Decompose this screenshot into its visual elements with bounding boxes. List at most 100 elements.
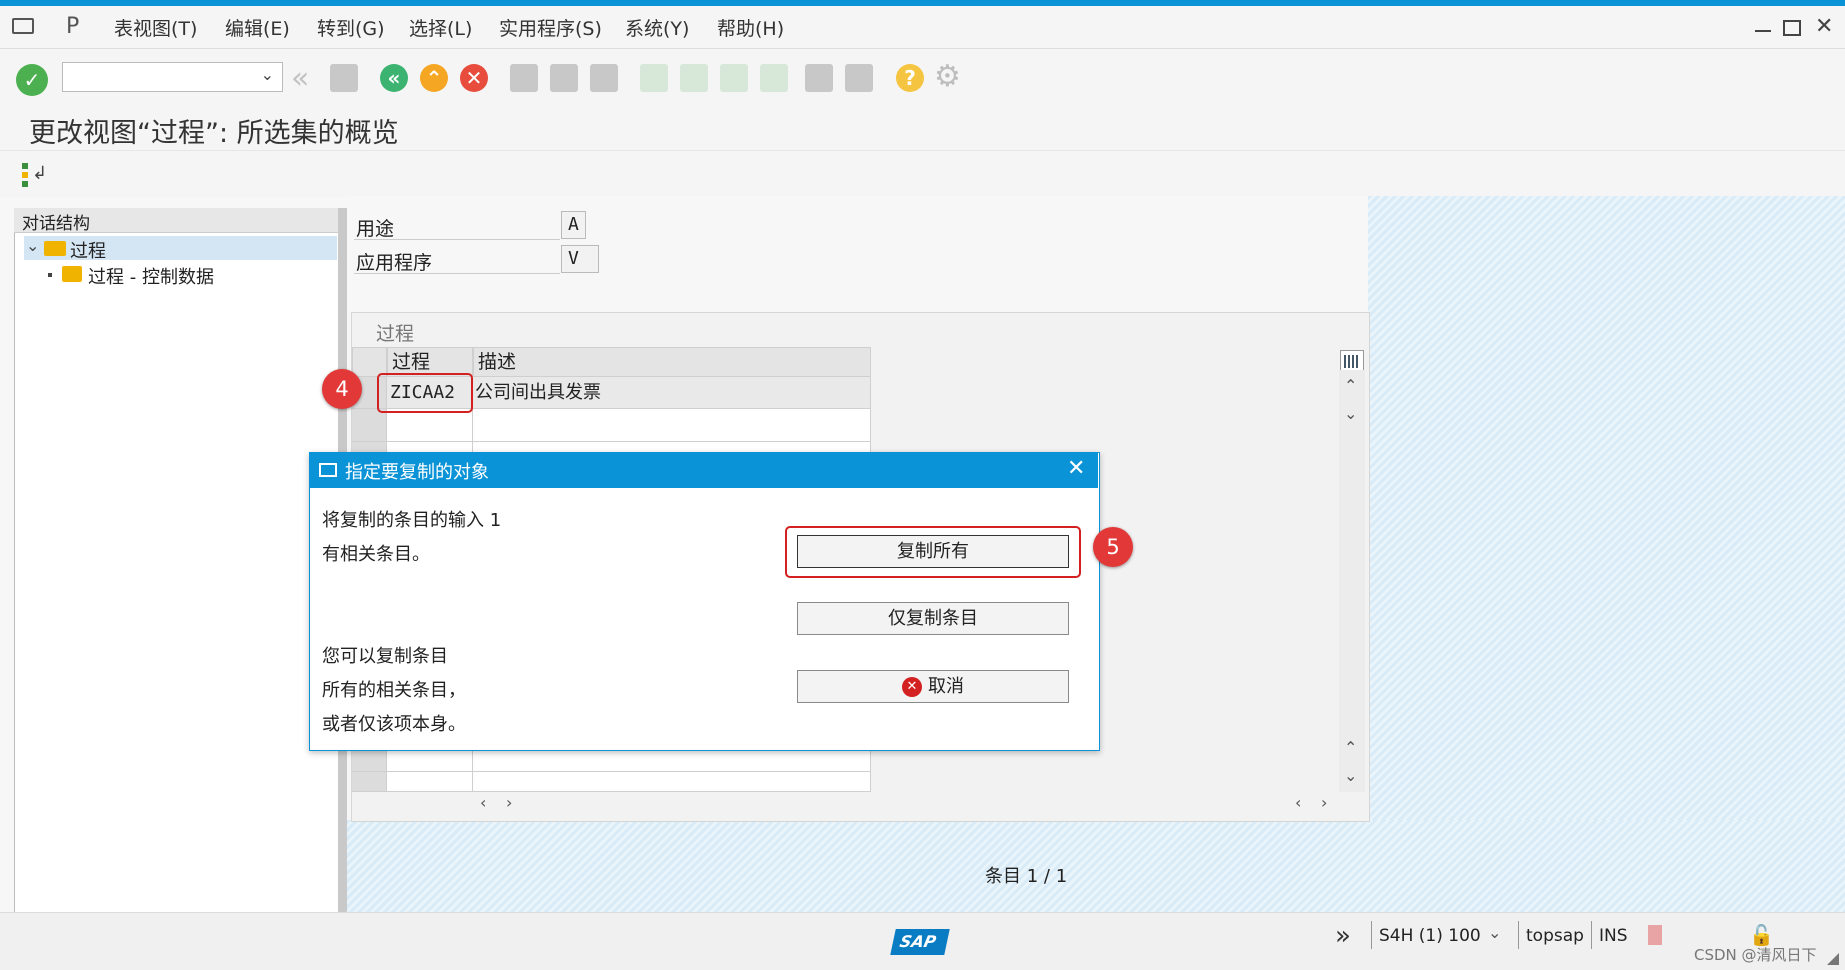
- settings-icon: ⚙: [934, 59, 961, 94]
- tree-item-process-control-data[interactable]: 过程 - 控制数据: [24, 262, 337, 288]
- exit-icon[interactable]: ⌃: [420, 64, 448, 92]
- chevron-down-icon[interactable]: ⌄: [261, 65, 274, 84]
- usage-label: 用途: [356, 218, 395, 240]
- expand-status-icon[interactable]: »: [1335, 921, 1351, 951]
- application-row: 应用程序: [354, 245, 560, 274]
- system-info: S4H (1) 100: [1379, 926, 1481, 946]
- usage-field: A: [561, 211, 586, 239]
- menu-edit[interactable]: 编辑(E): [225, 14, 290, 41]
- empty-cell[interactable]: [473, 409, 871, 442]
- vertical-scrollbar[interactable]: [1339, 370, 1365, 792]
- highlight-copy-all: [785, 526, 1081, 578]
- dialog-text-line-5: 或者仅该项本身。: [322, 714, 466, 735]
- callout-step-4: 4: [322, 369, 362, 409]
- application-toolbar: ↲: [0, 150, 1845, 197]
- sap-logo-text: SAP: [898, 932, 938, 951]
- close-icon[interactable]: ✕: [1067, 456, 1085, 481]
- find-next-icon: [590, 64, 618, 92]
- shortcut-icon: [845, 64, 873, 92]
- cancel-icon: ✕: [902, 677, 922, 697]
- folder-open-icon: [44, 241, 66, 256]
- bullet-icon: [48, 273, 52, 277]
- scroll-up-icon[interactable]: ⌃: [1344, 376, 1357, 395]
- scroll-right-icon[interactable]: ›: [1321, 793, 1327, 812]
- close-window-icon[interactable]: ✕: [1815, 14, 1833, 39]
- expand-collapse-icon[interactable]: ↲: [22, 163, 47, 187]
- resize-grip-icon[interactable]: [1827, 953, 1839, 965]
- dialog-structure-title: 对话结构: [22, 214, 90, 234]
- application-label: 应用程序: [356, 252, 433, 274]
- page-title: 更改视图“过程”: 所选集的概览: [29, 118, 399, 149]
- tree-item-label: 过程 - 控制数据: [88, 267, 214, 288]
- watermark: CSDN @清风日下: [1694, 946, 1817, 964]
- table-title: 过程: [376, 323, 415, 345]
- next-page-icon: [720, 64, 748, 92]
- scroll-page-up-icon[interactable]: ⌃: [1344, 738, 1357, 757]
- command-field[interactable]: ⌄: [62, 62, 283, 92]
- dialog-icon: [319, 463, 337, 477]
- entry-count: 1 / 1: [1026, 866, 1068, 887]
- scroll-left-icon[interactable]: ‹: [1295, 793, 1301, 812]
- empty-cell[interactable]: [387, 409, 473, 442]
- tree-item-process[interactable]: ⌄ 过程: [24, 236, 337, 262]
- help-icon: ?: [896, 64, 924, 92]
- monitor-icon: [1648, 925, 1662, 945]
- dialog-structure-header: 对话结构: [14, 208, 338, 234]
- status-bar: SAP » S4H (1) 100 ⌄ topsap INS 🔓 CSDN @清…: [0, 912, 1845, 970]
- dialog-title: 指定要复制的对象: [345, 462, 489, 483]
- cancel-button[interactable]: ✕ 取消: [797, 670, 1069, 703]
- application-field: V: [561, 245, 599, 273]
- save-icon: [330, 64, 358, 92]
- tree-item-label: 过程: [70, 241, 106, 262]
- dialog-text-line-4: 所有的相关条目，: [322, 680, 466, 701]
- dialog-header: 指定要复制的对象 ✕: [310, 453, 1098, 488]
- chevron-down-icon[interactable]: ⌄: [1488, 923, 1501, 942]
- cell-description[interactable]: 公司间出具发票: [473, 377, 871, 409]
- server-name: topsap: [1526, 926, 1584, 946]
- divider: [1371, 921, 1372, 949]
- scroll-left-icon[interactable]: ‹: [480, 793, 486, 812]
- usage-row: 用途: [354, 211, 560, 240]
- entry-label: 条目: [985, 866, 1021, 887]
- scroll-page-down-icon[interactable]: ⌄: [1344, 766, 1357, 785]
- dialog-structure-pane: [14, 208, 340, 914]
- row-selector[interactable]: [352, 409, 387, 442]
- column-header-description[interactable]: 描述: [473, 347, 871, 377]
- dialog-text-line-1: 将复制的条目的输入 1: [322, 510, 502, 531]
- maximize-icon[interactable]: [1783, 20, 1801, 36]
- menu-bar: P 表视图(T) 编辑(E) 转到(G) 选择(L) 实用程序(S) 系统(Y)…: [0, 6, 1845, 49]
- menu-help[interactable]: 帮助(H): [717, 14, 784, 41]
- scroll-down-icon[interactable]: ⌄: [1344, 404, 1357, 423]
- scroll-right-icon[interactable]: ›: [506, 793, 512, 812]
- background-pattern: [347, 820, 1845, 912]
- callout-step-5: 5: [1093, 527, 1133, 567]
- divider: [1591, 921, 1592, 949]
- entry-counter: 条目 1 / 1: [985, 862, 1067, 888]
- folder-icon: [62, 266, 82, 282]
- cancel-button-label: 取消: [928, 676, 964, 697]
- last-page-icon: [760, 64, 788, 92]
- first-page-icon: [640, 64, 668, 92]
- create-session-icon: [805, 64, 833, 92]
- insert-mode: INS: [1599, 926, 1628, 946]
- dialog-text-line-2: 有相关条目。: [322, 544, 430, 565]
- menu-selection[interactable]: 选择(L): [409, 14, 472, 41]
- copy-entry-only-button[interactable]: 仅复制条目: [797, 602, 1069, 635]
- menu-utilities[interactable]: 实用程序(S): [499, 14, 602, 41]
- menu-system[interactable]: 系统(Y): [625, 14, 689, 41]
- enter-icon[interactable]: ✓: [16, 64, 48, 96]
- personalize-icon[interactable]: P: [66, 14, 79, 39]
- menu-goto[interactable]: 转到(G): [317, 14, 385, 41]
- collapse-left-icon: «: [291, 61, 310, 96]
- minimize-icon[interactable]: [1755, 30, 1771, 32]
- back-icon[interactable]: «: [380, 64, 408, 92]
- cancel-icon[interactable]: ✕: [460, 64, 488, 92]
- divider: [1518, 921, 1519, 949]
- sap-logo: SAP: [890, 929, 950, 955]
- menu-table-view[interactable]: 表视图(T): [114, 14, 197, 41]
- chevron-down-icon[interactable]: ⌄: [26, 236, 39, 255]
- app-menu-icon[interactable]: [12, 18, 34, 34]
- toolbar: ✓ ⌄ « « ⌃ ✕ ? ⚙: [0, 49, 1845, 108]
- print-icon: [510, 64, 538, 92]
- prev-page-icon: [680, 64, 708, 92]
